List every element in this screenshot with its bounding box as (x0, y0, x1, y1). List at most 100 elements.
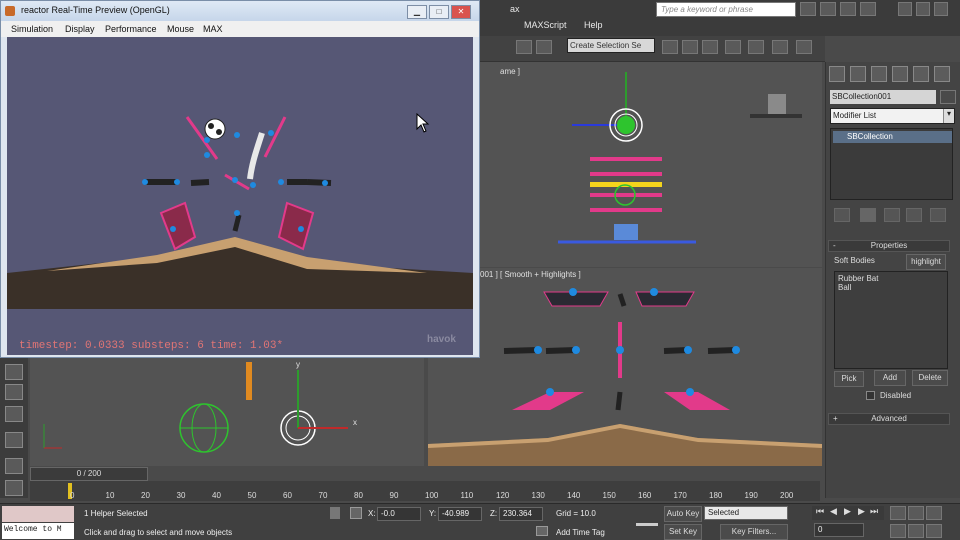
render-setup-icon[interactable] (796, 40, 812, 54)
highlight-button[interactable]: highlight (906, 254, 946, 270)
list-item[interactable]: Rubber Bat (838, 274, 944, 283)
list-item[interactable]: Ball (838, 283, 944, 292)
selection-set-dropdown[interactable]: Create Selection Se (567, 38, 655, 53)
object-color-swatch[interactable] (940, 90, 956, 104)
viewport-label[interactable]: 001 ] [ Smooth + Highlights ] (480, 270, 581, 279)
magnify-icon[interactable] (5, 432, 23, 448)
key-filters-button[interactable]: Key Filters... (720, 524, 788, 540)
restore-icon[interactable] (916, 2, 930, 16)
star-icon[interactable] (840, 2, 856, 16)
menu-mouse[interactable]: Mouse (167, 24, 194, 34)
search-input[interactable]: Type a keyword or phrase (656, 2, 796, 17)
play-icon[interactable]: ▶ (844, 506, 851, 517)
menu-max[interactable]: MAX (203, 24, 223, 34)
close-icon[interactable] (934, 2, 948, 16)
z-coordinate-field[interactable]: 230.364 (499, 507, 543, 521)
display-tab-icon[interactable] (913, 66, 929, 82)
mirror-icon[interactable] (662, 40, 678, 54)
render-icon[interactable] (5, 458, 23, 474)
time-slider[interactable]: 0 / 200 (30, 467, 148, 481)
zoom-all-icon[interactable] (908, 506, 924, 520)
configure-sets-icon[interactable] (930, 208, 946, 222)
modify-tab-icon[interactable] (850, 66, 866, 82)
timeline-tick-label: 80 (354, 491, 363, 500)
menu-help[interactable]: Help (584, 20, 603, 30)
preview-canvas[interactable]: timestep: 0.0333 substeps: 6 time: 1.03*… (7, 37, 473, 355)
perspective-viewport[interactable]: 001 ] [ Smooth + Highlights ] (428, 268, 822, 466)
pin-stack-icon[interactable] (834, 208, 850, 222)
maxscript-listener[interactable]: Welcome to M (2, 523, 74, 539)
minimize-icon[interactable]: ▁ (407, 5, 427, 19)
go-to-start-icon[interactable]: ⏮ (816, 506, 824, 517)
motion-tab-icon[interactable] (892, 66, 908, 82)
zoom-icon[interactable] (5, 384, 23, 400)
object-name-field[interactable]: SBCollection001 (830, 90, 936, 104)
playback-controls[interactable]: ⏮ ◀ ▶ ▶ ⏭ (812, 506, 884, 520)
previous-frame-icon[interactable]: ◀ (830, 506, 837, 517)
stack-item-sbcollection[interactable]: SBCollection (833, 131, 952, 143)
zoom-view-icon[interactable] (890, 506, 906, 520)
app-icon (5, 6, 15, 16)
disabled-checkbox[interactable] (866, 391, 875, 400)
unlink-icon[interactable] (536, 40, 552, 54)
menu-maxscript[interactable]: MAXScript (524, 20, 567, 30)
hierarchy-tab-icon[interactable] (871, 66, 887, 82)
field-of-view-icon[interactable] (890, 524, 906, 538)
x-coordinate-field[interactable]: -0.0 (377, 507, 421, 521)
current-frame-field[interactable]: 0 (814, 523, 864, 537)
time-tag-icon[interactable] (536, 526, 548, 536)
delete-button[interactable]: Delete (912, 370, 948, 386)
close-icon[interactable]: ✕ (451, 5, 471, 19)
advanced-rollout-header[interactable]: + Advanced (828, 413, 950, 425)
material-editor-icon[interactable] (772, 40, 788, 54)
menu-display[interactable]: Display (65, 24, 95, 34)
modifier-list-dropdown[interactable]: Modifier List ▾ (830, 108, 955, 124)
key-icon[interactable] (636, 516, 658, 526)
remove-modifier-icon[interactable] (906, 208, 922, 222)
viewport-label[interactable]: ame ] (500, 67, 520, 76)
layer-manager-icon[interactable] (5, 480, 23, 496)
maximize-icon[interactable]: □ (429, 5, 449, 19)
help-icon[interactable] (860, 2, 876, 16)
pick-button[interactable]: Pick (834, 371, 864, 387)
soft-bodies-list[interactable]: Rubber Bat Ball (834, 271, 948, 369)
align-icon[interactable] (682, 40, 698, 54)
timeline-tick-label: 20 (141, 491, 150, 500)
go-to-end-icon[interactable]: ⏭ (870, 506, 878, 517)
next-frame-icon[interactable]: ▶ (858, 506, 865, 517)
add-time-tag[interactable]: Add Time Tag (556, 528, 605, 537)
transform-mode-icon[interactable] (350, 507, 362, 519)
left-viewport[interactable]: x y (30, 358, 424, 466)
show-end-result-icon[interactable] (860, 208, 876, 222)
preview-title-bar[interactable]: reactor Real-Time Preview (OpenGL) ▁ □ ✕ (1, 1, 479, 21)
link-icon[interactable] (516, 40, 532, 54)
y-coordinate-field[interactable]: -40.989 (438, 507, 482, 521)
maxscript-icon[interactable] (5, 364, 23, 380)
layer-icon[interactable] (702, 40, 718, 54)
zoom-extents-icon[interactable] (926, 506, 942, 520)
track-bar[interactable]: 0 10 20 30 40 50 60 70 80 90 100 110 120 130 140 150 160… (30, 481, 820, 501)
create-tab-icon[interactable] (829, 66, 845, 82)
maxscript-listener-top[interactable] (2, 506, 74, 522)
utilities-tab-icon[interactable] (934, 66, 950, 82)
modifier-stack[interactable]: SBCollection (830, 128, 953, 200)
infocenter-icon[interactable] (820, 2, 836, 16)
properties-rollout-header[interactable]: - Properties (828, 240, 950, 252)
lock-icon[interactable] (330, 507, 340, 519)
make-unique-icon[interactable] (884, 208, 900, 222)
auto-key-button[interactable]: Auto Key (664, 506, 702, 522)
top-viewport[interactable]: ame ] (480, 62, 822, 267)
set-key-button[interactable]: Set Key (664, 524, 702, 540)
add-button[interactable]: Add (874, 370, 906, 386)
pan-icon[interactable] (908, 524, 924, 538)
selected-dropdown[interactable]: Selected (704, 506, 788, 520)
menu-performance[interactable]: Performance (105, 24, 157, 34)
menu-simulation[interactable]: Simulation (11, 24, 53, 34)
maximize-viewport-icon[interactable] (926, 524, 942, 538)
selection-count: 1 Helper Selected (84, 509, 148, 518)
search-icon[interactable] (800, 2, 816, 16)
minimize-icon[interactable] (898, 2, 912, 16)
curve-editor-icon[interactable] (725, 40, 741, 54)
schematic-icon[interactable] (748, 40, 764, 54)
script-editor-icon[interactable] (5, 406, 23, 422)
